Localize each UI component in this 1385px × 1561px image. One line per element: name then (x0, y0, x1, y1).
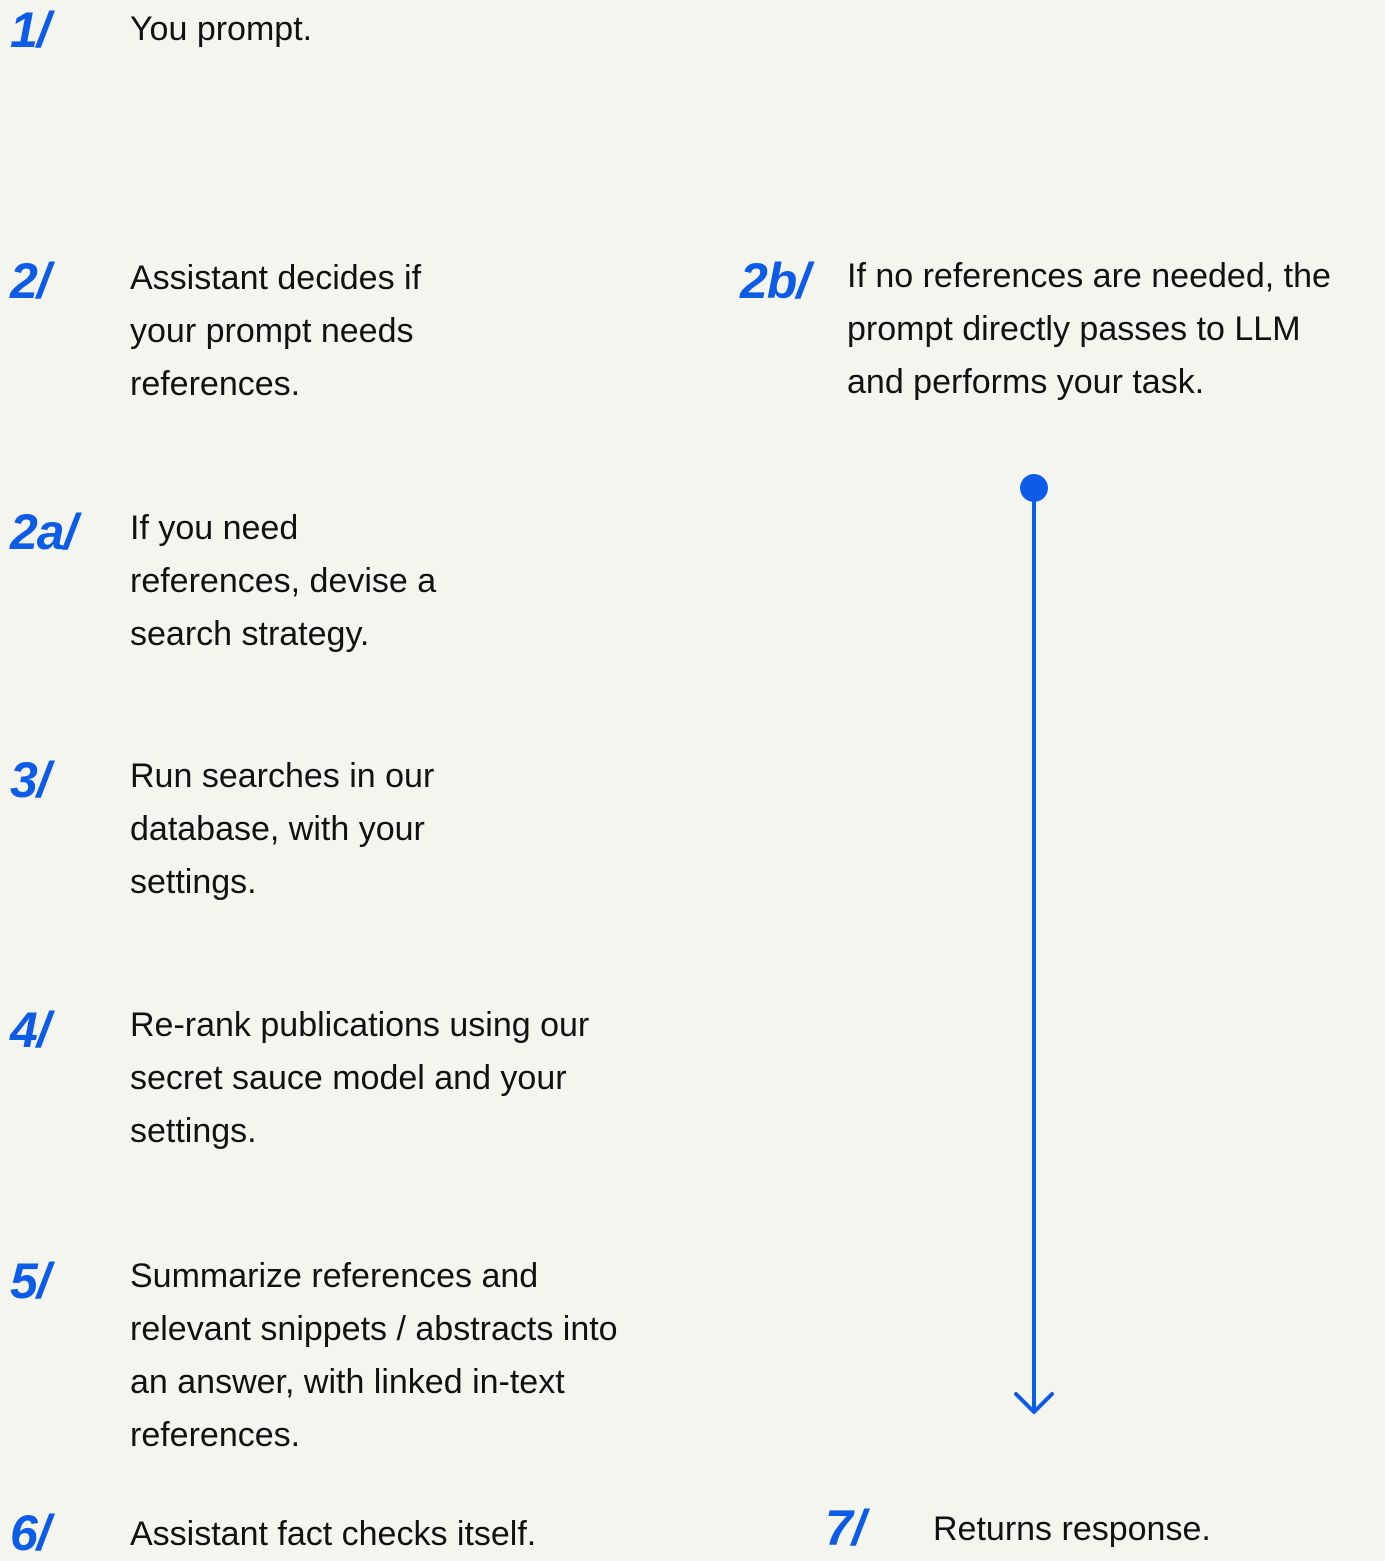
connector-2b-to-7 (1014, 474, 1054, 1414)
